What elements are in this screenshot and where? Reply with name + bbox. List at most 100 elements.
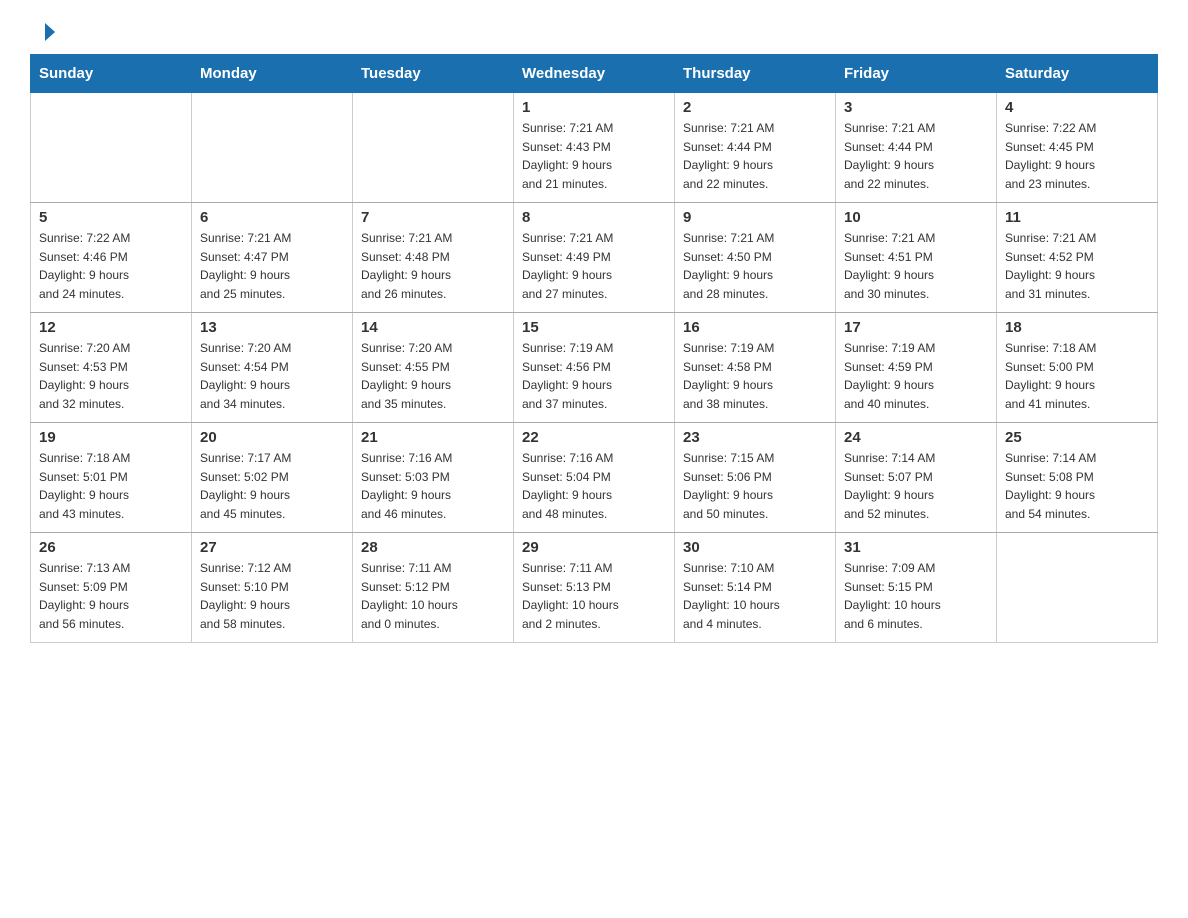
day-number: 3: [844, 99, 988, 116]
day-number: 10: [844, 209, 988, 226]
calendar-cell: [192, 93, 353, 203]
weekday-header-wednesday: Wednesday: [514, 55, 675, 93]
calendar-cell: 20Sunrise: 7:17 AM Sunset: 5:02 PM Dayli…: [192, 423, 353, 533]
day-info: Sunrise: 7:21 AM Sunset: 4:49 PM Dayligh…: [522, 229, 666, 303]
day-number: 6: [200, 209, 344, 226]
calendar-cell: [31, 93, 192, 203]
day-info: Sunrise: 7:21 AM Sunset: 4:48 PM Dayligh…: [361, 229, 505, 303]
calendar-cell: [353, 93, 514, 203]
weekday-header-friday: Friday: [836, 55, 997, 93]
day-number: 1: [522, 99, 666, 116]
day-info: Sunrise: 7:22 AM Sunset: 4:46 PM Dayligh…: [39, 229, 183, 303]
day-info: Sunrise: 7:21 AM Sunset: 4:50 PM Dayligh…: [683, 229, 827, 303]
day-info: Sunrise: 7:21 AM Sunset: 4:51 PM Dayligh…: [844, 229, 988, 303]
calendar-cell: 30 Sunrise: 7:10 AM Sunset: 5:14 PM Dayli…: [675, 533, 836, 643]
logo-triangle-icon: [33, 20, 57, 44]
day-info: Sunrise: 7:11 AM Sunset: 5:12 PM Dayligh…: [361, 559, 505, 633]
day-info: Sunrise: 7:10 AM Sunset: 5:14 PM Dayligh…: [683, 559, 827, 633]
calendar-cell: 3 Sunrise: 7:21 AM Sunset: 4:44 PM Daylig…: [836, 93, 997, 203]
day-number: 24: [844, 429, 988, 446]
title-area: [58, 20, 1158, 24]
day-info: Sunrise: 7:19 AM Sunset: 4:59 PM Dayligh…: [844, 339, 988, 413]
day-number: 23: [683, 429, 827, 446]
calendar-cell: 28 Sunrise: 7:11 AM Sunset: 5:12 PM Dayli…: [353, 533, 514, 643]
day-number: 20: [200, 429, 344, 446]
calendar-cell: 6 Sunrise: 7:21 AM Sunset: 4:47 PM Daylig…: [192, 203, 353, 313]
calendar-cell: 17 Sunrise: 7:19 AM Sunset: 4:59 PM Dayli…: [836, 313, 997, 423]
calendar-cell: 18Sunrise: 7:18 AM Sunset: 5:00 PM Dayli…: [997, 313, 1158, 423]
day-info: Sunrise: 7:20 AM Sunset: 4:53 PM Dayligh…: [39, 339, 183, 413]
calendar-cell: 19 Sunrise: 7:18 AM Sunset: 5:01 PM Dayli…: [31, 423, 192, 533]
weekday-header-tuesday: Tuesday: [353, 55, 514, 93]
calendar-cell: 27 Sunrise: 7:12 AM Sunset: 5:10 PM Dayli…: [192, 533, 353, 643]
day-info: Sunrise: 7:21 AM Sunset: 4:47 PM Dayligh…: [200, 229, 344, 303]
calendar-cell: 9 Sunrise: 7:21 AM Sunset: 4:50 PM Daylig…: [675, 203, 836, 313]
day-number: 27: [200, 539, 344, 556]
calendar-cell: 31 Sunrise: 7:09 AM Sunset: 5:15 PM Dayli…: [836, 533, 997, 643]
calendar-cell: 4Sunrise: 7:22 AM Sunset: 4:45 PM Daylig…: [997, 93, 1158, 203]
calendar-cell: 2Sunrise: 7:21 AM Sunset: 4:44 PM Daylig…: [675, 93, 836, 203]
day-number: 11: [1005, 209, 1149, 226]
calendar-cell: 23 Sunrise: 7:15 AM Sunset: 5:06 PM Dayli…: [675, 423, 836, 533]
calendar-cell: 24 Sunrise: 7:14 AM Sunset: 5:07 PM Dayli…: [836, 423, 997, 533]
calendar-table: SundayMondayTuesdayWednesdayThursdayFrid…: [30, 54, 1158, 643]
day-info: Sunrise: 7:16 AM Sunset: 5:03 PM Dayligh…: [361, 449, 505, 523]
weekday-header-thursday: Thursday: [675, 55, 836, 93]
day-info: Sunrise: 7:09 AM Sunset: 5:15 PM Dayligh…: [844, 559, 988, 633]
day-number: 2: [683, 99, 827, 116]
day-info: Sunrise: 7:18 AM Sunset: 5:01 PM Dayligh…: [39, 449, 183, 523]
day-number: 14: [361, 319, 505, 336]
day-number: 28: [361, 539, 505, 556]
calendar-cell: 5 Sunrise: 7:22 AM Sunset: 4:46 PM Daylig…: [31, 203, 192, 313]
calendar-cell: 11Sunrise: 7:21 AM Sunset: 4:52 PM Dayli…: [997, 203, 1158, 313]
calendar-cell: 15Sunrise: 7:19 AM Sunset: 4:56 PM Dayli…: [514, 313, 675, 423]
calendar-cell: 7Sunrise: 7:21 AM Sunset: 4:48 PM Daylig…: [353, 203, 514, 313]
day-info: Sunrise: 7:11 AM Sunset: 5:13 PM Dayligh…: [522, 559, 666, 633]
week-row-5: 26 Sunrise: 7:13 AM Sunset: 5:09 PM Dayli…: [31, 533, 1158, 643]
day-info: Sunrise: 7:14 AM Sunset: 5:07 PM Dayligh…: [844, 449, 988, 523]
day-number: 17: [844, 319, 988, 336]
day-number: 8: [522, 209, 666, 226]
weekday-header-row: SundayMondayTuesdayWednesdayThursdayFrid…: [31, 55, 1158, 93]
week-row-1: 1 Sunrise: 7:21 AM Sunset: 4:43 PM Daylig…: [31, 93, 1158, 203]
weekday-header-saturday: Saturday: [997, 55, 1158, 93]
day-info: Sunrise: 7:20 AM Sunset: 4:55 PM Dayligh…: [361, 339, 505, 413]
week-row-3: 12 Sunrise: 7:20 AM Sunset: 4:53 PM Dayli…: [31, 313, 1158, 423]
day-number: 26: [39, 539, 183, 556]
day-number: 22: [522, 429, 666, 446]
day-info: Sunrise: 7:14 AM Sunset: 5:08 PM Dayligh…: [1005, 449, 1149, 523]
day-number: 25: [1005, 429, 1149, 446]
day-number: 5: [39, 209, 183, 226]
day-info: Sunrise: 7:21 AM Sunset: 4:44 PM Dayligh…: [844, 119, 988, 193]
calendar-cell: 21 Sunrise: 7:16 AM Sunset: 5:03 PM Dayli…: [353, 423, 514, 533]
day-number: 30: [683, 539, 827, 556]
day-info: Sunrise: 7:21 AM Sunset: 4:43 PM Dayligh…: [522, 119, 666, 193]
day-number: 12: [39, 319, 183, 336]
day-number: 31: [844, 539, 988, 556]
day-info: Sunrise: 7:19 AM Sunset: 4:56 PM Dayligh…: [522, 339, 666, 413]
day-number: 18: [1005, 319, 1149, 336]
calendar-cell: 14 Sunrise: 7:20 AM Sunset: 4:55 PM Dayli…: [353, 313, 514, 423]
day-info: Sunrise: 7:13 AM Sunset: 5:09 PM Dayligh…: [39, 559, 183, 633]
calendar-cell: 12 Sunrise: 7:20 AM Sunset: 4:53 PM Dayli…: [31, 313, 192, 423]
day-number: 9: [683, 209, 827, 226]
weekday-header-monday: Monday: [192, 55, 353, 93]
calendar-cell: 16Sunrise: 7:19 AM Sunset: 4:58 PM Dayli…: [675, 313, 836, 423]
calendar-cell: 10 Sunrise: 7:21 AM Sunset: 4:51 PM Dayli…: [836, 203, 997, 313]
day-number: 16: [683, 319, 827, 336]
day-number: 13: [200, 319, 344, 336]
calendar-cell: 26 Sunrise: 7:13 AM Sunset: 5:09 PM Dayli…: [31, 533, 192, 643]
calendar-cell: 29Sunrise: 7:11 AM Sunset: 5:13 PM Dayli…: [514, 533, 675, 643]
week-row-2: 5 Sunrise: 7:22 AM Sunset: 4:46 PM Daylig…: [31, 203, 1158, 313]
day-info: Sunrise: 7:22 AM Sunset: 4:45 PM Dayligh…: [1005, 119, 1149, 193]
calendar-cell: 22Sunrise: 7:16 AM Sunset: 5:04 PM Dayli…: [514, 423, 675, 533]
page-header: General: [30, 20, 1158, 36]
day-number: 19: [39, 429, 183, 446]
day-info: Sunrise: 7:12 AM Sunset: 5:10 PM Dayligh…: [200, 559, 344, 633]
logo-full: [30, 20, 58, 36]
calendar-cell: 8 Sunrise: 7:21 AM Sunset: 4:49 PM Daylig…: [514, 203, 675, 313]
calendar-cell: 13Sunrise: 7:20 AM Sunset: 4:54 PM Dayli…: [192, 313, 353, 423]
day-number: 21: [361, 429, 505, 446]
day-info: Sunrise: 7:15 AM Sunset: 5:06 PM Dayligh…: [683, 449, 827, 523]
calendar-cell: 25 Sunrise: 7:14 AM Sunset: 5:08 PM Dayli…: [997, 423, 1158, 533]
